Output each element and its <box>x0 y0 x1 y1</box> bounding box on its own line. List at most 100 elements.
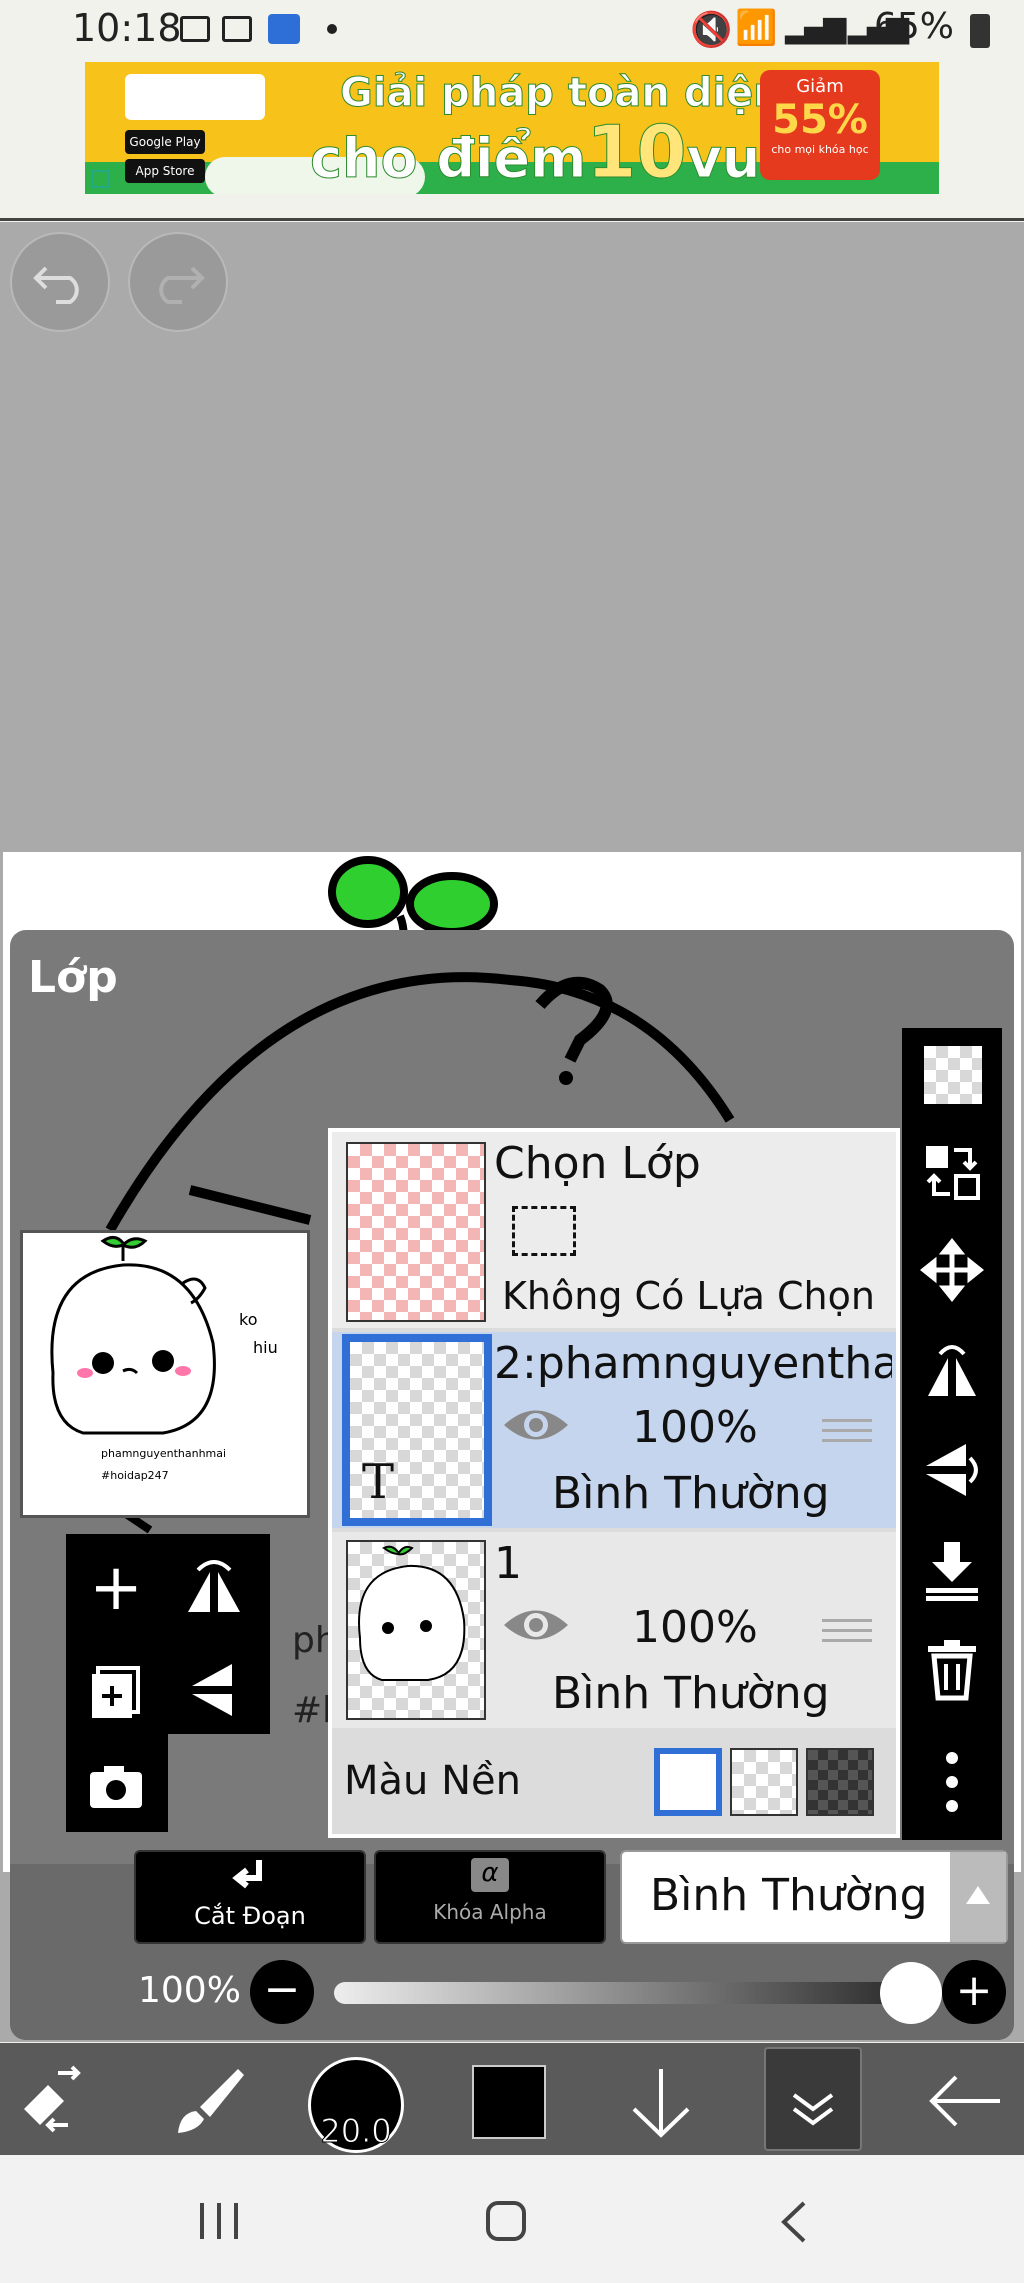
layer-1-opacity: 100% <box>632 1602 758 1653</box>
layer-2-type-glyph: T <box>362 1454 395 1510</box>
battery-percent: 65% <box>873 6 954 47</box>
ad-store-apple: App Store <box>125 159 205 183</box>
status-bar: 10:18 🔇 📶 ▂▄▆ ▂▄▆ 65% <box>0 0 1024 60</box>
layer-list: Chọn Lớp Không Có Lựa Chọn T 2:phamnguye… <box>328 1128 900 1838</box>
camera-icon <box>90 1766 142 1808</box>
bg-transparent-option[interactable] <box>730 1748 798 1816</box>
layer-row-1[interactable]: 1 100% Bình Thường <box>332 1532 896 1728</box>
ad-headline-2b: 10 <box>586 110 687 195</box>
ad-banner[interactable]: Google Play App Store Giải pháp toàn diệ… <box>85 62 939 194</box>
canvas-preview[interactable]: ko hiu phamnguyenthanhmai #hoidap247 <box>20 1230 310 1518</box>
back-arrow-icon[interactable] <box>926 2069 1002 2133</box>
lock-icon: α <box>471 1858 509 1892</box>
opacity-slider-thumb[interactable] <box>880 1962 942 2024</box>
bg-white-option[interactable] <box>654 1748 722 1816</box>
color-swatch[interactable] <box>472 2065 546 2139</box>
ad-badge-pct: 55% <box>772 97 868 143</box>
ad-badge-top: Giảm <box>796 76 844 97</box>
dot-icon <box>327 24 337 34</box>
move-icon[interactable] <box>920 1238 984 1302</box>
layer-2-visibility-icon[interactable] <box>500 1400 572 1450</box>
layer-row-2[interactable]: T 2:phamnguyenthar 100% Bình Thường <box>332 1332 896 1528</box>
layer-1-thumbnail <box>346 1540 486 1720</box>
ad-badge-sub: cho mọi khóa học <box>771 143 869 156</box>
opacity-increase-button[interactable]: + <box>942 1960 1006 2024</box>
layer-1-name: 1 <box>494 1538 522 1589</box>
layers-button[interactable] <box>764 2047 862 2151</box>
preview-name: phamnguyenthanhmai <box>101 1447 227 1460</box>
no-selection-label: Không Có Lựa Chọn <box>502 1274 875 1318</box>
copy-layer-button[interactable] <box>76 1650 156 1730</box>
alpha-glyph: α <box>481 1858 499 1888</box>
layer-1-blend: Bình Thường <box>552 1668 830 1719</box>
flip-vertical-button[interactable] <box>174 1650 254 1730</box>
more-options-icon[interactable] <box>942 1748 962 1818</box>
selection-layer-title: Chọn Lớp <box>494 1138 701 1189</box>
redo-button[interactable] <box>128 232 228 332</box>
layer-2-drag-handle[interactable] <box>822 1412 872 1448</box>
bg-dark-option[interactable] <box>806 1748 874 1816</box>
opacity-slider-track[interactable] <box>334 1982 934 2004</box>
home-icon[interactable] <box>486 2201 526 2241</box>
divider <box>0 218 1024 221</box>
wifi-icon: 📶 <box>735 8 778 48</box>
tool-switch-icon[interactable] <box>18 2065 94 2135</box>
flip-vertical-right-icon[interactable] <box>920 1438 984 1502</box>
selection-thumbnail <box>346 1142 486 1322</box>
clip-icon <box>232 1860 262 1889</box>
ad-choices-icon[interactable] <box>91 170 109 188</box>
preview-tag: #hoidap247 <box>101 1469 169 1482</box>
brush-icon[interactable] <box>170 2063 246 2139</box>
blend-mode-value: Bình Thường <box>650 1870 928 1921</box>
marquee-icon <box>512 1206 576 1256</box>
battery-icon <box>970 14 990 48</box>
brush-size-button[interactable]: 20.0 <box>308 2057 404 2153</box>
flip-horizontal-icon <box>188 1560 240 1612</box>
mute-icon: 🔇 <box>690 10 733 50</box>
files-icon <box>268 14 300 44</box>
arrow-down-icon[interactable] <box>626 2065 696 2141</box>
clip-button[interactable]: Cắt Đoạn <box>134 1850 366 1944</box>
undo-icon <box>33 266 79 304</box>
background-color-label: Màu Nền <box>344 1758 521 1804</box>
blend-mode-select[interactable]: Bình Thường <box>620 1850 1008 1944</box>
panel-title: Lớp <box>28 952 118 1003</box>
brush-size-value: 20.0 <box>320 2112 392 2151</box>
gallery-icon <box>180 16 210 42</box>
svg-text:hiu: hiu <box>253 1338 278 1357</box>
add-layer-button[interactable]: + <box>76 1550 156 1630</box>
layer-1-drawing <box>358 1545 466 1681</box>
layer-1-drag-handle[interactable] <box>822 1612 872 1648</box>
recent-apps-icon[interactable] <box>196 2199 242 2243</box>
transparency-button[interactable] <box>924 1046 982 1104</box>
selection-layer-row[interactable]: Chọn Lớp Không Có Lựa Chọn <box>332 1132 896 1328</box>
layers-icon <box>792 2093 834 2126</box>
news-icon <box>222 16 252 42</box>
blend-mode-arrow-icon <box>950 1852 1006 1942</box>
flip-horizontal-button[interactable] <box>174 1550 254 1630</box>
status-time: 10:18 <box>72 6 182 50</box>
svg-text:ko: ko <box>239 1310 257 1329</box>
ad-headline-2a: cho điểm <box>309 127 587 191</box>
layer-1-visibility-icon[interactable] <box>500 1600 572 1650</box>
layer-2-name: 2:phamnguyenthar <box>494 1338 892 1389</box>
merge-down-icon[interactable] <box>920 1538 984 1602</box>
redo-icon <box>159 266 205 304</box>
opacity-decrease-button[interactable]: − <box>250 1960 314 2024</box>
camera-button[interactable] <box>76 1746 156 1826</box>
ad-logo <box>125 74 265 120</box>
flip-vertical-icon <box>192 1664 232 1716</box>
alpha-lock-button[interactable]: α Khóa Alpha <box>374 1850 606 1944</box>
trash-icon[interactable] <box>924 1638 980 1702</box>
system-nav-bar <box>0 2155 1024 2283</box>
background-color-row: Màu Nền <box>332 1732 896 1834</box>
clip-label: Cắt Đoạn <box>194 1902 306 1930</box>
flip-horizontal-right-icon[interactable] <box>920 1338 984 1402</box>
layer-2-opacity: 100% <box>632 1402 758 1453</box>
swap-layer-icon[interactable] <box>920 1140 984 1204</box>
back-nav-icon[interactable] <box>776 2199 810 2245</box>
layer-2-blend: Bình Thường <box>552 1468 830 1519</box>
undo-button[interactable] <box>10 232 110 332</box>
opacity-label: 100% <box>138 1970 241 2011</box>
layer-panel: Lớp ko hiu phamnguyenthanhmai #hoidap247… <box>10 930 1014 2040</box>
